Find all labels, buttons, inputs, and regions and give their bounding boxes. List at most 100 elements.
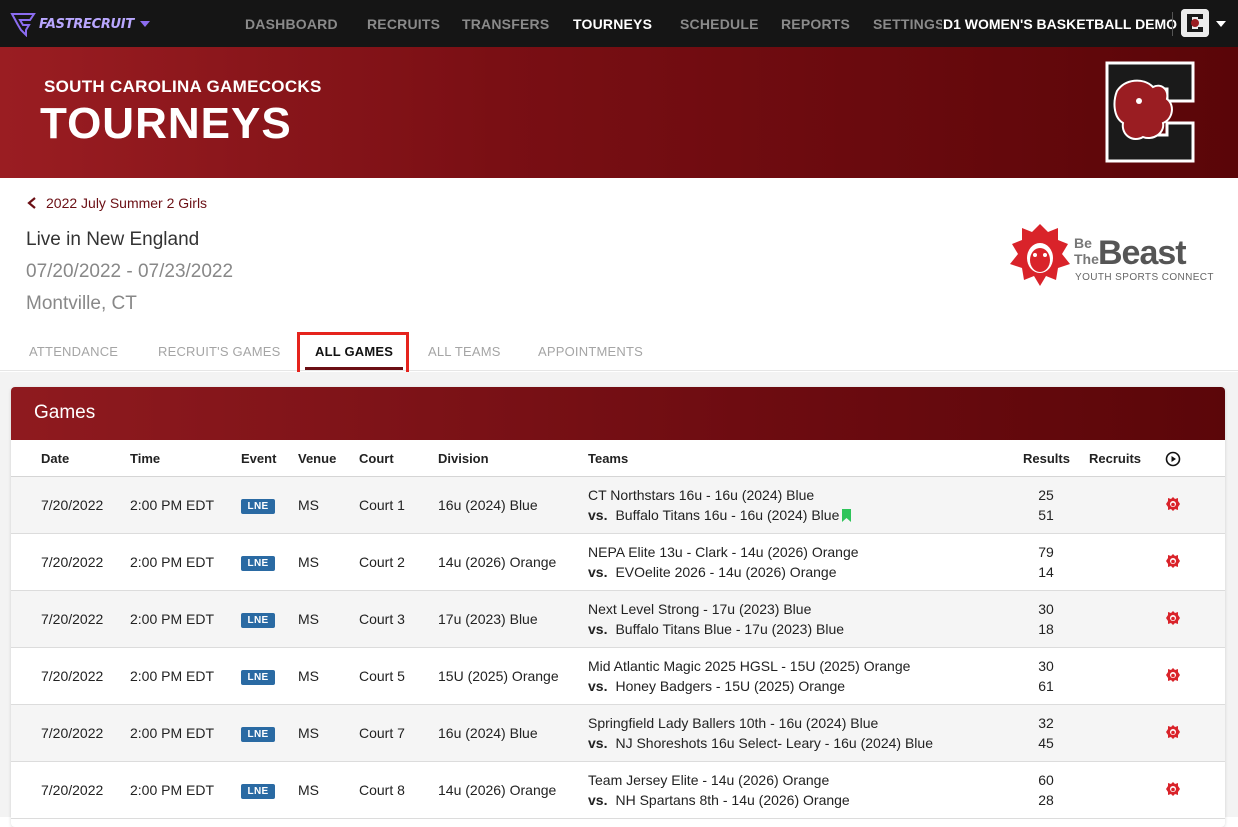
game-time: 2:00 PM EDT xyxy=(130,554,215,570)
vs-label: vs. xyxy=(588,507,608,523)
game-court: Court 7 xyxy=(359,725,405,741)
game-time: 2:00 PM EDT xyxy=(130,611,215,627)
back-link-label: 2022 July Summer 2 Girls xyxy=(46,195,208,211)
away-score: 14 xyxy=(1038,564,1054,580)
event-name: Live in New England xyxy=(26,229,200,250)
away-score: 45 xyxy=(1038,735,1054,751)
nav-transfers[interactable]: TRANSFERS xyxy=(462,16,549,32)
home-score: 32 xyxy=(1038,715,1054,731)
game-division: 14u (2026) Orange xyxy=(438,554,557,570)
watch-game-icon[interactable] xyxy=(1165,667,1181,683)
avatar[interactable] xyxy=(1181,9,1209,37)
away-team[interactable]: Honey Badgers - 15U (2025) Orange xyxy=(615,678,845,694)
event-dates: 07/20/2022 - 07/23/2022 xyxy=(26,261,234,282)
home-team[interactable]: CT Northstars 16u - 16u (2024) Blue xyxy=(588,487,814,503)
table-row[interactable]: 7/20/2022 2:00 PM EDT LNE MS Court 8 14u… xyxy=(11,762,1225,819)
svg-text:Beast: Beast xyxy=(1098,234,1186,272)
game-court: Court 3 xyxy=(359,611,405,627)
away-team[interactable]: NH Spartans 8th - 14u (2026) Orange xyxy=(615,792,849,808)
vs-label: vs. xyxy=(588,564,608,580)
watch-game-icon[interactable] xyxy=(1165,610,1181,626)
col-header-results[interactable]: Results xyxy=(1023,451,1070,466)
page-title: TOURNEYS xyxy=(40,99,292,148)
game-venue: MS xyxy=(298,725,319,741)
game-division: 17u (2023) Blue xyxy=(438,611,538,627)
team-name[interactable]: D1 WOMEN'S BASKETBALL DEMO xyxy=(943,16,1177,32)
watch-game-icon[interactable] xyxy=(1165,724,1181,740)
col-header-recruits[interactable]: Recruits xyxy=(1089,451,1141,466)
games-panel-header: Games xyxy=(11,387,1225,440)
svg-text:Be: Be xyxy=(1074,235,1092,251)
game-date: 7/20/2022 xyxy=(41,497,104,513)
game-venue: MS xyxy=(298,554,319,570)
game-division: 15U (2025) Orange xyxy=(438,668,559,684)
away-team[interactable]: EVOelite 2026 - 14u (2026) Orange xyxy=(615,564,836,580)
away-team[interactable]: Buffalo Titans 16u - 16u (2024) Blue xyxy=(615,507,839,523)
watch-game-icon[interactable] xyxy=(1165,781,1181,797)
fastrecruit-logo-icon xyxy=(10,13,36,37)
play-circle-icon[interactable] xyxy=(1165,451,1181,467)
table-row[interactable]: 7/20/2022 2:00 PM EDT LNE MS Court 3 17u… xyxy=(11,591,1225,648)
game-court: Court 5 xyxy=(359,668,405,684)
watch-game-icon[interactable] xyxy=(1165,553,1181,569)
fastrecruit-logo[interactable]: FASTRECRUIT xyxy=(10,11,150,37)
watch-game-icon[interactable] xyxy=(1165,496,1181,512)
game-date: 7/20/2022 xyxy=(41,725,104,741)
home-team[interactable]: Mid Atlantic Magic 2025 HGSL - 15U (2025… xyxy=(588,658,910,674)
nav-reports[interactable]: REPORTS xyxy=(781,16,850,32)
away-score: 61 xyxy=(1038,678,1054,694)
game-venue: MS xyxy=(298,497,319,513)
table-row[interactable]: 7/20/2022 2:00 PM EDT LNE MS Court 5 15U… xyxy=(11,648,1225,705)
col-header-event[interactable]: Event xyxy=(241,451,276,466)
game-venue: MS xyxy=(298,611,319,627)
tab-all-teams[interactable]: ALL TEAMS xyxy=(428,344,501,359)
games-panel: Games Date Time Event Venue Court Divisi… xyxy=(11,387,1225,827)
lion-icon xyxy=(1010,224,1070,286)
away-team[interactable]: NJ Shoreshots 16u Select- Leary - 16u (2… xyxy=(615,735,933,751)
tab-attendance[interactable]: ATTENDANCE xyxy=(29,344,118,359)
event-badge: LNE xyxy=(241,556,275,571)
svg-text:YOUTH SPORTS CONNECTED: YOUTH SPORTS CONNECTED xyxy=(1075,272,1214,283)
home-team[interactable]: NEPA Elite 13u - Clark - 14u (2026) Oran… xyxy=(588,544,859,560)
away-team[interactable]: Buffalo Titans Blue - 17u (2023) Blue xyxy=(615,621,844,637)
svg-text:The: The xyxy=(1074,251,1099,267)
nav-recruits[interactable]: RECRUITS xyxy=(367,16,440,32)
table-row[interactable]: 7/20/2022 2:00 PM EDT LNE MS Court 1 16u… xyxy=(11,477,1225,534)
game-venue: MS xyxy=(298,782,319,798)
col-header-court[interactable]: Court xyxy=(359,451,394,466)
nav-tourneys[interactable]: TOURNEYS xyxy=(573,16,652,32)
away-team-line: vs. Buffalo Titans Blue - 17u (2023) Blu… xyxy=(588,621,844,637)
event-badge: LNE xyxy=(241,784,275,799)
user-menu-chevron-icon[interactable] xyxy=(1216,21,1226,27)
back-link[interactable]: 2022 July Summer 2 Girls xyxy=(26,195,207,211)
event-badge: LNE xyxy=(241,670,275,685)
gamecock-avatar-icon xyxy=(1181,9,1209,37)
table-row[interactable]: 7/20/2022 2:00 PM EDT LNE MS Court 2 14u… xyxy=(11,534,1225,591)
home-team[interactable]: Springfield Lady Ballers 10th - 16u (202… xyxy=(588,715,878,731)
tab-appointments[interactable]: APPOINTMENTS xyxy=(538,344,643,359)
game-division: 16u (2024) Blue xyxy=(438,725,538,741)
table-row[interactable]: 7/20/2022 2:00 PM EDT LNE MS Court 7 16u… xyxy=(11,705,1225,762)
game-division: 14u (2026) Orange xyxy=(438,782,557,798)
col-header-venue[interactable]: Venue xyxy=(298,451,336,466)
school-name: SOUTH CAROLINA GAMECOCKS xyxy=(44,77,322,96)
nav-divider xyxy=(1172,12,1173,36)
game-time: 2:00 PM EDT xyxy=(130,497,215,513)
tab-recruits-games[interactable]: RECRUIT'S GAMES xyxy=(158,344,281,359)
col-header-date[interactable]: Date xyxy=(41,451,69,466)
home-team[interactable]: Team Jersey Elite - 14u (2026) Orange xyxy=(588,772,829,788)
game-time: 2:00 PM EDT xyxy=(130,668,215,684)
games-title: Games xyxy=(34,402,96,423)
col-header-division[interactable]: Division xyxy=(438,451,489,466)
game-date: 7/20/2022 xyxy=(41,554,104,570)
col-header-teams[interactable]: Teams xyxy=(588,451,628,466)
game-division: 16u (2024) Blue xyxy=(438,497,538,513)
nav-settings[interactable]: SETTINGS xyxy=(873,16,942,32)
nav-dashboard[interactable]: DASHBOARD xyxy=(245,16,338,32)
home-score: 79 xyxy=(1038,544,1054,560)
away-score: 18 xyxy=(1038,621,1054,637)
nav-schedule[interactable]: SCHEDULE xyxy=(680,16,759,32)
col-header-time[interactable]: Time xyxy=(130,451,160,466)
home-team[interactable]: Next Level Strong - 17u (2023) Blue xyxy=(588,601,811,617)
vs-label: vs. xyxy=(588,621,608,637)
